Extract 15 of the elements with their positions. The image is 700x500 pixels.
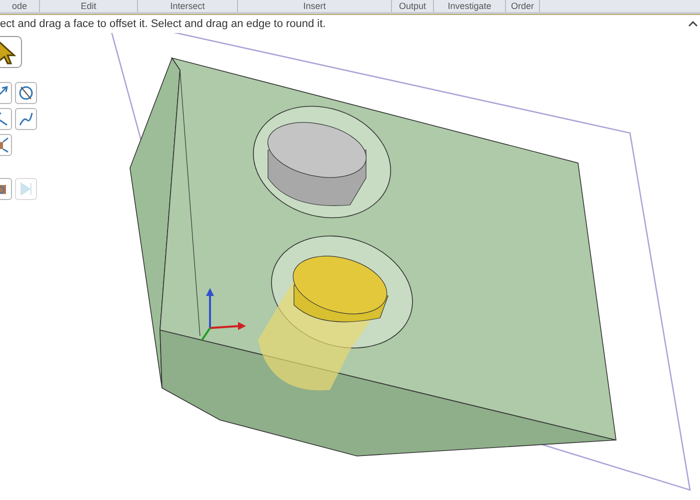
ribbon-group-label[interactable]: Intersect xyxy=(138,0,238,12)
ribbon-group-label[interactable]: Order xyxy=(506,0,540,12)
tool-button[interactable] xyxy=(15,82,37,104)
ribbon-group-label[interactable]: Edit xyxy=(40,0,138,12)
play-end-icon xyxy=(18,181,34,197)
scroll-up-icon[interactable] xyxy=(688,20,698,28)
ribbon-group-label[interactable]: Output xyxy=(392,0,434,12)
ribbon-group-label[interactable]: Insert xyxy=(238,0,392,12)
ribbon-group-label[interactable]: Investigate xyxy=(434,0,506,12)
ribbon-group-label[interactable]: ode xyxy=(0,0,40,12)
hint-text: ect and drag a face to offset it. Select and drag an edge to round it. xyxy=(0,18,326,30)
arrow-icon xyxy=(0,39,19,65)
axis-triad-icon xyxy=(201,288,246,341)
curve-icon xyxy=(18,111,34,127)
tool-button[interactable] xyxy=(15,108,37,130)
